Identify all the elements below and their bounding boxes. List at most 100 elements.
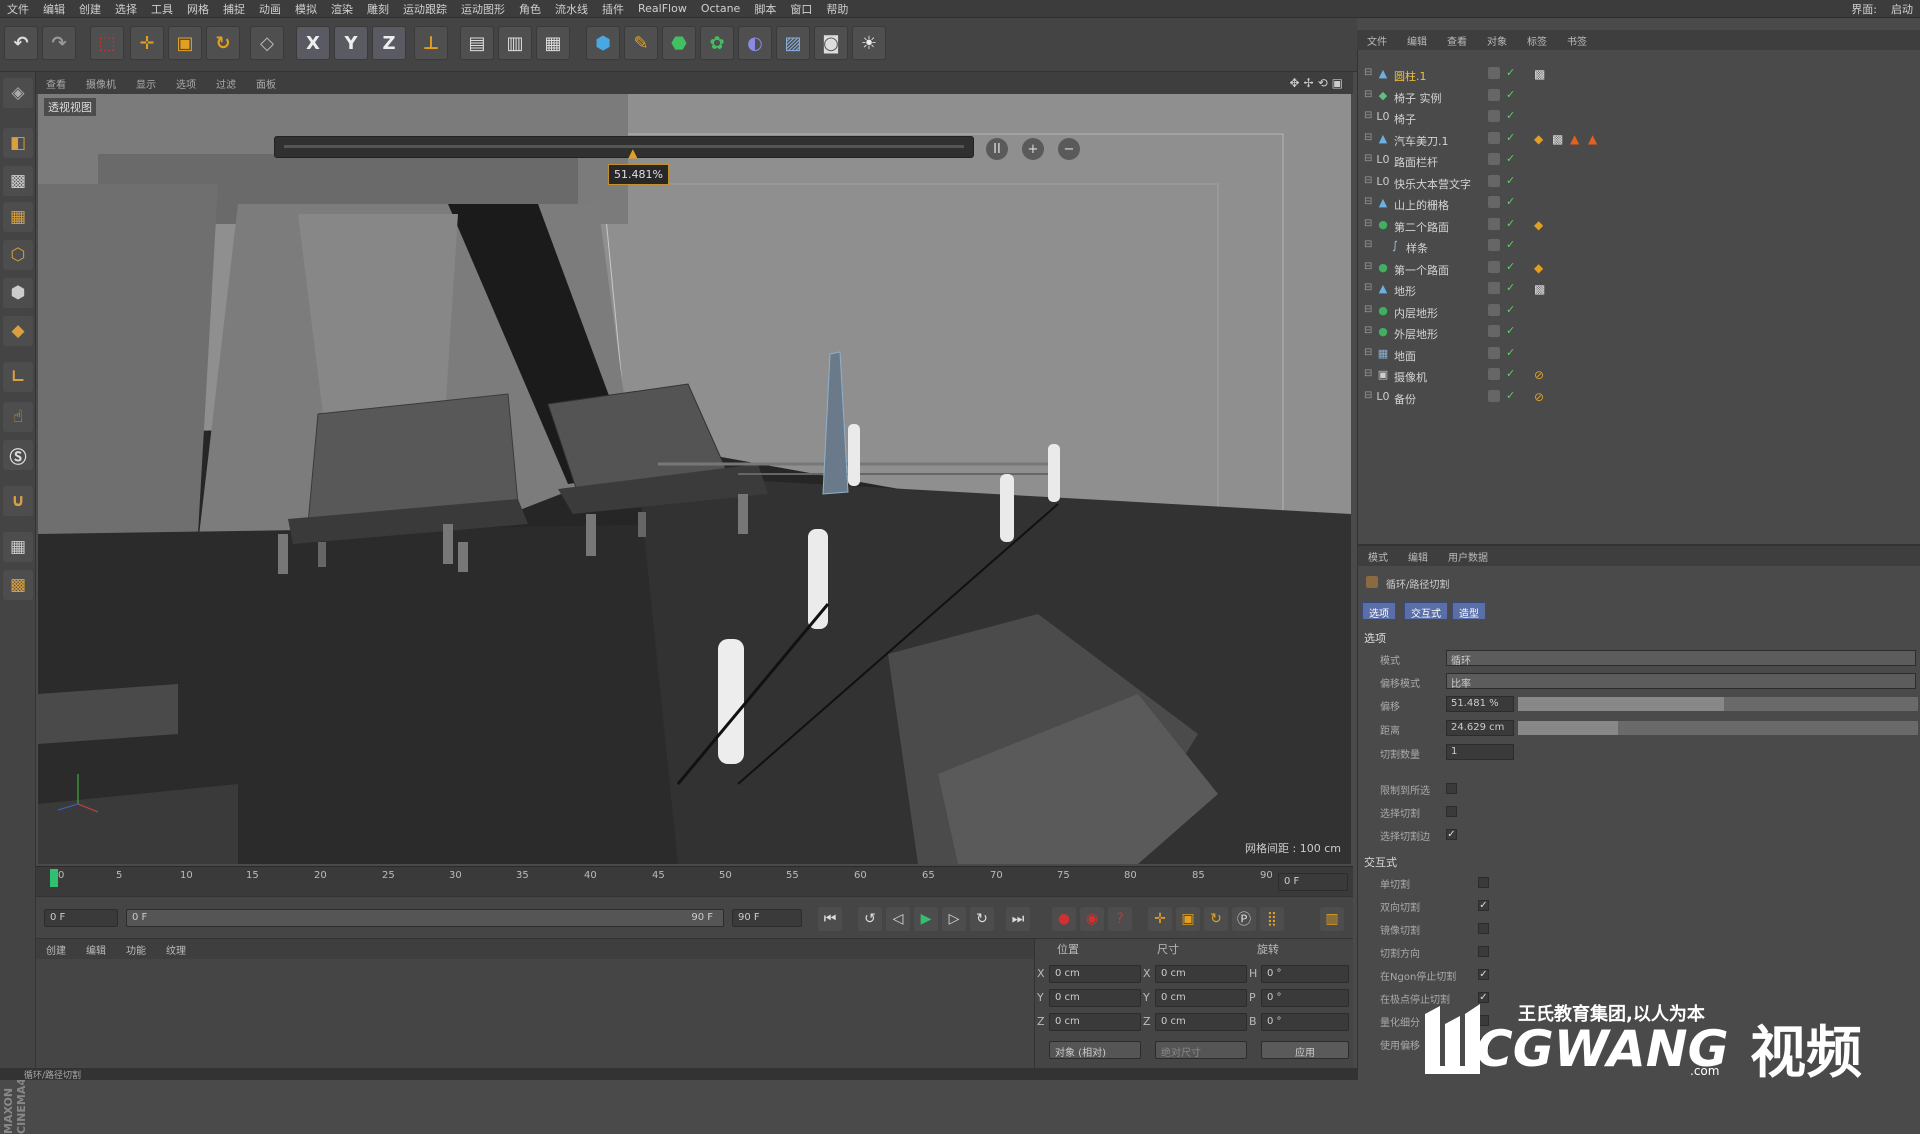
expand-icon[interactable]: ⊟ bbox=[1364, 153, 1372, 164]
expand-icon[interactable]: ⊟ bbox=[1364, 325, 1372, 336]
menu-edit[interactable]: 编辑 bbox=[36, 1, 72, 17]
distance-field[interactable]: 24.629 cm bbox=[1446, 720, 1514, 736]
enabled-check-icon[interactable]: ✓ bbox=[1506, 260, 1515, 273]
render-view-icon[interactable]: ▤ bbox=[460, 26, 494, 60]
material-menu-texture[interactable]: 纹理 bbox=[156, 942, 196, 957]
visibility-dots[interactable] bbox=[1488, 217, 1500, 230]
axis-mode-icon[interactable]: ∟ bbox=[3, 362, 33, 392]
timeline-ruler[interactable]: 0 5 10 15 20 25 30 35 40 45 50 55 60 65 … bbox=[36, 866, 1353, 896]
enabled-check-icon[interactable]: ✓ bbox=[1506, 367, 1515, 380]
hud-slider-handle[interactable]: ▲ bbox=[628, 146, 637, 160]
menu-realflow[interactable]: RealFlow bbox=[631, 2, 694, 15]
prev-frame-icon[interactable]: ◁ bbox=[886, 907, 910, 931]
object-tag-icon[interactable]: ▲ bbox=[1588, 132, 1597, 146]
expand-icon[interactable]: ⊟ bbox=[1364, 175, 1372, 186]
go-to-end-icon[interactable]: ⏭ bbox=[1006, 907, 1030, 931]
visibility-dots[interactable] bbox=[1488, 131, 1500, 144]
object-tag-icon[interactable]: ◆ bbox=[1534, 261, 1543, 275]
x-axis-button[interactable]: X bbox=[296, 26, 330, 60]
object-name[interactable]: 样条 bbox=[1406, 240, 1428, 256]
menu-window[interactable]: 窗口 bbox=[783, 1, 819, 17]
object-row[interactable]: ⊟ ▣ 摄像机 ✓ ⊘ bbox=[1358, 365, 1920, 385]
object-row[interactable]: ⊟ ∫ 样条 ✓ bbox=[1358, 236, 1920, 256]
enabled-check-icon[interactable]: ✓ bbox=[1506, 389, 1515, 402]
magnet-icon[interactable]: ∪ bbox=[3, 486, 33, 516]
expand-icon[interactable]: ⊟ bbox=[1364, 89, 1372, 100]
position-x-field[interactable]: 0 cm bbox=[1049, 965, 1141, 983]
redo-icon[interactable]: ↷ bbox=[42, 26, 76, 60]
visibility-dots[interactable] bbox=[1488, 153, 1500, 165]
enabled-check-icon[interactable]: ✓ bbox=[1506, 174, 1515, 187]
viewport-menu-cameras[interactable]: 摄像机 bbox=[76, 76, 126, 91]
expand-icon[interactable]: ⊟ bbox=[1364, 261, 1372, 272]
object-name[interactable]: 圆柱.1 bbox=[1394, 68, 1427, 84]
hud-add-button[interactable]: + bbox=[1022, 138, 1044, 160]
tab-shape[interactable]: 造型 bbox=[1452, 602, 1486, 620]
enabled-check-icon[interactable]: ✓ bbox=[1506, 281, 1515, 294]
option-checkbox[interactable] bbox=[1478, 946, 1489, 957]
render-settings-icon[interactable]: ▦ bbox=[536, 26, 570, 60]
current-frame-field[interactable]: 0 F bbox=[1278, 873, 1348, 891]
tab-options[interactable]: 选项 bbox=[1362, 602, 1396, 620]
start-frame-field[interactable]: 0 F bbox=[44, 909, 118, 927]
menu-octane[interactable]: Octane bbox=[694, 2, 748, 15]
next-frame-icon[interactable]: ▷ bbox=[942, 907, 966, 931]
object-tag-icon[interactable]: ⊘ bbox=[1534, 368, 1544, 382]
mode-select[interactable]: 循环 bbox=[1446, 650, 1916, 667]
visibility-dots[interactable] bbox=[1488, 303, 1500, 316]
model-mode-icon[interactable]: ◇ bbox=[250, 26, 284, 60]
option-checkbox[interactable] bbox=[1446, 806, 1457, 817]
record-icon[interactable]: ● bbox=[1052, 907, 1076, 931]
object-row[interactable]: ⊟ ● 第二个路面 ✓ ◆ bbox=[1358, 215, 1920, 235]
key-rotation-icon[interactable]: ↻ bbox=[1204, 907, 1228, 931]
object-row[interactable]: ⊟ L0 椅子 ✓ bbox=[1358, 107, 1920, 127]
visibility-dots[interactable] bbox=[1488, 67, 1500, 79]
floor-icon[interactable]: ▨ bbox=[776, 26, 810, 60]
visibility-dots[interactable] bbox=[1488, 110, 1500, 122]
enabled-check-icon[interactable]: ✓ bbox=[1506, 324, 1515, 337]
tweak-mode-icon[interactable]: ☝ bbox=[3, 402, 33, 432]
option-checkbox[interactable]: ✓ bbox=[1478, 900, 1489, 911]
object-row[interactable]: ⊟ ● 外层地形 ✓ bbox=[1358, 322, 1920, 342]
object-name[interactable]: 摄像机 bbox=[1394, 369, 1427, 385]
camera-icon[interactable]: ◙ bbox=[814, 26, 848, 60]
enabled-check-icon[interactable]: ✓ bbox=[1506, 238, 1515, 251]
position-y-field[interactable]: 0 cm bbox=[1049, 989, 1141, 1007]
enabled-check-icon[interactable]: ✓ bbox=[1506, 109, 1515, 122]
z-axis-button[interactable]: Z bbox=[372, 26, 406, 60]
keyframe-selection-icon[interactable]: ? bbox=[1108, 907, 1132, 931]
material-menu-edit[interactable]: 编辑 bbox=[76, 942, 116, 957]
light-icon[interactable]: ☀ bbox=[852, 26, 886, 60]
object-name[interactable]: 山上的栅格 bbox=[1394, 197, 1449, 213]
visibility-dots[interactable] bbox=[1488, 88, 1500, 101]
menu-script[interactable]: 脚本 bbox=[747, 1, 783, 17]
menu-sculpt[interactable]: 雕刻 bbox=[360, 1, 396, 17]
expand-icon[interactable]: ⊟ bbox=[1364, 368, 1372, 379]
menu-animate[interactable]: 动画 bbox=[252, 1, 288, 17]
object-name[interactable]: 椅子 bbox=[1394, 111, 1416, 127]
autokey-icon[interactable]: ◉ bbox=[1080, 907, 1104, 931]
object-name[interactable]: 汽车美刀.1 bbox=[1394, 133, 1449, 149]
go-to-start-icon[interactable]: ⏮ bbox=[818, 907, 842, 931]
menu-mesh[interactable]: 网格 bbox=[180, 1, 216, 17]
object-name[interactable]: 第一个路面 bbox=[1394, 262, 1449, 278]
pen-icon[interactable]: ✎ bbox=[624, 26, 658, 60]
key-pla-icon[interactable]: ⣿ bbox=[1260, 907, 1284, 931]
visibility-dots[interactable] bbox=[1488, 239, 1500, 251]
viewport-menu-display[interactable]: 显示 bbox=[126, 76, 166, 91]
object-tag-icon[interactable]: ◆ bbox=[1534, 132, 1543, 146]
object-row[interactable]: ⊟ L0 快乐大本营文字 ✓ bbox=[1358, 172, 1920, 192]
rotation-b-field[interactable]: 0 ° bbox=[1261, 1013, 1349, 1031]
key-parameter-icon[interactable]: Ⓟ bbox=[1232, 907, 1256, 931]
object-tag-icon[interactable]: ▲ bbox=[1570, 132, 1579, 146]
visibility-dots[interactable] bbox=[1488, 174, 1500, 187]
enabled-check-icon[interactable]: ✓ bbox=[1506, 195, 1515, 208]
menu-character[interactable]: 角色 bbox=[512, 1, 548, 17]
expand-icon[interactable]: ⊟ bbox=[1364, 282, 1372, 293]
key-scale-icon[interactable]: ▣ bbox=[1176, 907, 1200, 931]
viewport-menu-options[interactable]: 选项 bbox=[166, 76, 206, 91]
obj-menu-view[interactable]: 查看 bbox=[1437, 33, 1477, 48]
prev-key-icon[interactable]: ↺ bbox=[858, 907, 882, 931]
offset-slider[interactable] bbox=[1518, 697, 1918, 711]
visibility-dots[interactable] bbox=[1488, 346, 1500, 359]
